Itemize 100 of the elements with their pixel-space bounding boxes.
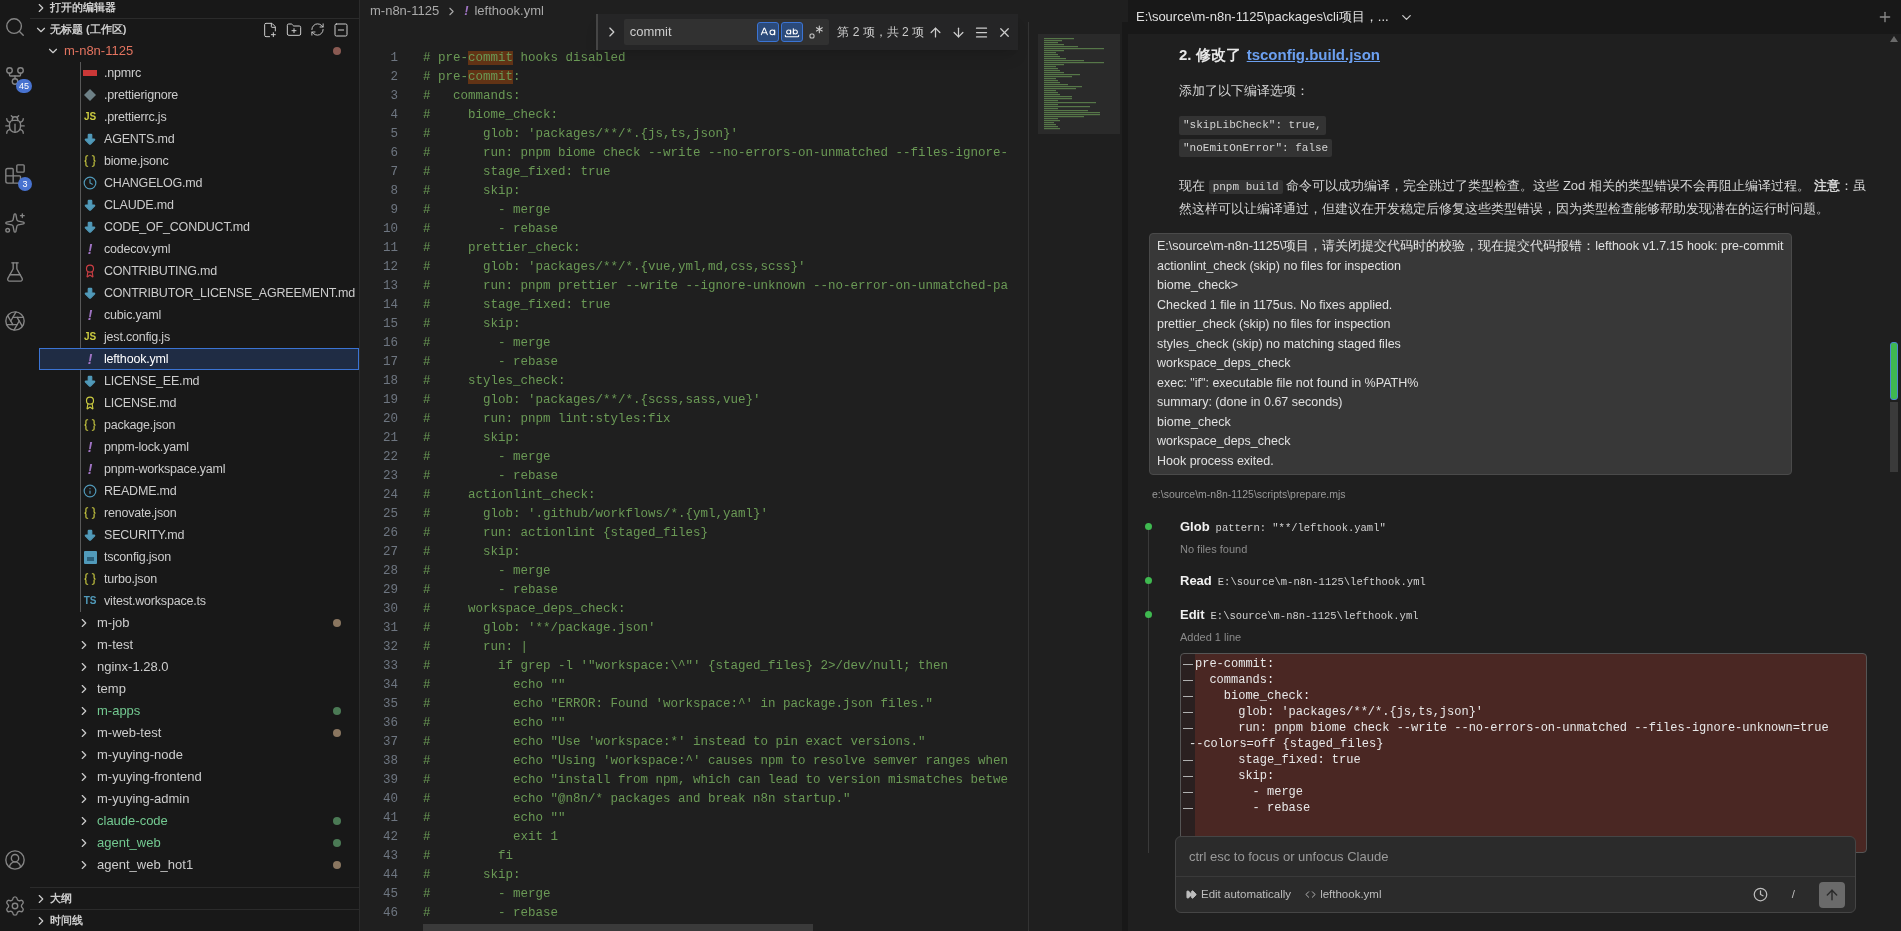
folder-item[interactable]: m-job: [30, 612, 359, 634]
file-path: e:\source\m-n8n-1125\scripts\prepare.mjs: [1152, 487, 1347, 502]
folder-item[interactable]: temp: [30, 678, 359, 700]
folder-item[interactable]: m-yuying-node: [30, 744, 359, 766]
file-item[interactable]: CONTRIBUTOR_LICENSE_AGREEMENT.md: [39, 282, 359, 304]
file-item[interactable]: tsconfig.json: [39, 546, 359, 568]
message-line: Checked 1 file in 1175us. No fixes applied.: [1157, 296, 1394, 314]
file-item[interactable]: ! pnpm-workspace.yaml: [39, 458, 359, 480]
horizontal-scrollbar[interactable]: [423, 924, 813, 931]
message-line: E:\source\m-n8n-1125\项目，请关闭提交代码时的校验，现在提交代码报错：lefthook v1.7.15 hook: pre-commit: [1157, 238, 1784, 255]
mode-button[interactable]: Edit automatically: [1186, 885, 1292, 904]
section-title[interactable]: 打开的编辑器: [50, 0, 116, 16]
file-item[interactable]: AGENTS.md: [39, 128, 359, 150]
sparkles-icon[interactable]: [4, 212, 26, 234]
info-icon: [83, 484, 97, 498]
file-item[interactable]: CHANGELOG.md: [39, 172, 359, 194]
folder-name[interactable]: m-n8n-1125: [64, 41, 134, 61]
folder-item[interactable]: agent_web_hot1: [30, 854, 359, 876]
file-item[interactable]: CLAUDE.md: [39, 194, 359, 216]
message-line: Hook process exited.: [1157, 452, 1275, 470]
file-item[interactable]: .prettierignore: [39, 84, 359, 106]
file-item[interactable]: LICENSE.md: [39, 392, 359, 414]
flask-icon[interactable]: [4, 261, 26, 283]
file-item[interactable]: JS .prettierrc.js: [39, 106, 359, 128]
file-item[interactable]: renovate.json: [39, 502, 359, 524]
whole-word-icon[interactable]: [781, 22, 804, 42]
line-number: 29: [382, 582, 398, 599]
folder-item[interactable]: m-yuying-frontend: [30, 766, 359, 788]
minimap[interactable]: [1038, 34, 1120, 134]
scrollbar-thumb[interactable]: [1890, 342, 1898, 400]
folder-item[interactable]: m-apps: [30, 700, 359, 722]
session-title[interactable]: E:\source\m-n8n-1125\packages\cli项目，...: [1136, 7, 1389, 27]
line-number: 22: [382, 449, 398, 466]
send-button[interactable]: [1819, 881, 1845, 908]
file-item[interactable]: .npmrc: [39, 62, 359, 84]
breadcrumb-item[interactable]: m-n8n-1125: [370, 1, 440, 21]
scroll-up-icon[interactable]: [1890, 36, 1898, 42]
collapse-all-icon[interactable]: [333, 21, 349, 38]
file-item[interactable]: JS jest.config.js: [39, 326, 359, 348]
file-item[interactable]: ! cubic.yaml: [39, 304, 359, 326]
file-item[interactable]: ! pnpm-lock.yaml: [39, 436, 359, 458]
find-in-selection-icon[interactable]: [974, 24, 989, 40]
new-folder-icon[interactable]: [286, 21, 302, 38]
code-line: # pre-commit hooks disabled: [423, 50, 626, 67]
history-icon[interactable]: [1752, 887, 1768, 902]
file-chip[interactable]: lefthook.yml: [1305, 885, 1382, 904]
extensions-icon[interactable]: [4, 163, 26, 185]
folder-item[interactable]: m-test: [30, 634, 359, 656]
tool-name: Glob: [1180, 517, 1210, 536]
find-field[interactable]: commit: [623, 19, 830, 45]
file-item[interactable]: CODE_OF_CONDUCT.md: [39, 216, 359, 238]
chat-input[interactable]: ctrl esc to focus or unfocus Claude Edit automatically lefthook.yml /: [1175, 836, 1856, 913]
ribbon-icon: [83, 396, 97, 410]
section-title[interactable]: 时间线: [50, 912, 83, 929]
match-case-icon[interactable]: [757, 22, 780, 42]
message-line: biome_check>: [1157, 277, 1239, 294]
previous-match-icon[interactable]: [928, 24, 943, 40]
file-item[interactable]: ! codecov.yml: [39, 238, 359, 260]
folder-item[interactable]: m-yuying-admin: [30, 788, 359, 810]
account-icon[interactable]: [4, 849, 26, 871]
arrow-down-icon: [83, 286, 97, 300]
minus-icon: [1183, 695, 1193, 697]
minus-icon: [1183, 711, 1193, 713]
file-item[interactable]: README.md: [39, 480, 359, 502]
folder-item[interactable]: nginx-1.28.0: [30, 656, 359, 678]
folder-item[interactable]: m-web-test: [30, 722, 359, 744]
folder-item[interactable]: claude-code: [30, 810, 359, 832]
code-line: # skip:: [423, 544, 521, 561]
line-number: 17: [382, 354, 398, 371]
line-number: 30: [382, 601, 398, 618]
new-file-icon[interactable]: [262, 21, 278, 38]
next-match-icon[interactable]: [951, 24, 966, 40]
code-line: # biome_check:: [423, 107, 559, 124]
file-item[interactable]: CONTRIBUTING.md: [39, 260, 359, 282]
file-item[interactable]: turbo.json: [39, 568, 359, 590]
tool-argument: E:\source\m-n8n-1125\lefthook.yml: [1217, 575, 1426, 590]
inline-code: "skipLibCheck": true,: [1179, 116, 1326, 135]
diamond-icon: [84, 89, 96, 101]
file-item[interactable]: LICENSE_EE.md: [39, 370, 359, 392]
breadcrumb-item[interactable]: lefthook.yml: [474, 1, 544, 21]
aperture-icon[interactable]: [4, 310, 26, 332]
slash-command-button[interactable]: /: [1781, 885, 1805, 904]
refresh-icon[interactable]: [310, 22, 325, 37]
file-item[interactable]: biome.jsonc: [39, 150, 359, 172]
file-item[interactable]: SECURITY.md: [39, 524, 359, 546]
file-item[interactable]: package.json: [39, 414, 359, 436]
diff-line: stage_fixed: true: [1237, 752, 1361, 768]
file-item[interactable]: ! lefthook.yml: [39, 348, 359, 370]
message-line: workspace_deps_check: [1157, 355, 1292, 372]
section-title[interactable]: 无标题 (工作区): [50, 21, 127, 38]
settings-icon[interactable]: [4, 895, 26, 917]
bug-icon[interactable]: [4, 114, 26, 136]
scrollbar-track[interactable]: [1890, 402, 1898, 472]
file-item[interactable]: TS vitest.workspace.ts: [39, 590, 359, 612]
folder-item[interactable]: agent_web: [30, 832, 359, 854]
section-title[interactable]: 大纲: [50, 890, 72, 907]
new-session-icon[interactable]: [1877, 9, 1893, 25]
match-count: 第 2 项，共 2 项: [837, 24, 924, 41]
file-link[interactable]: tsconfig.build.json: [1246, 44, 1380, 67]
search-icon[interactable]: [4, 16, 26, 38]
